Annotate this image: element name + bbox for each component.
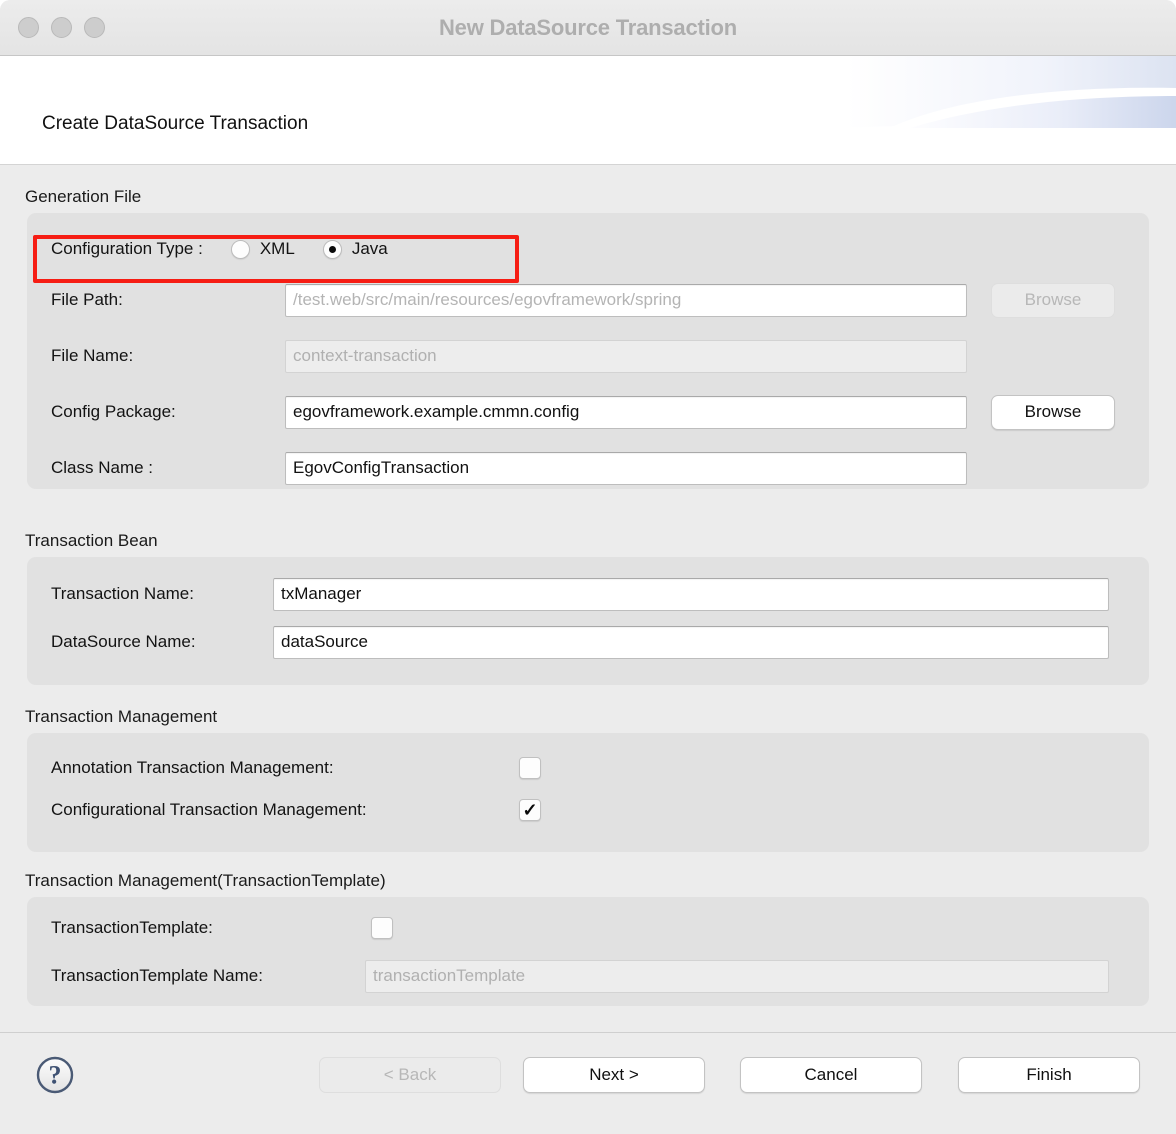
file-name-input[interactable]: context-transaction	[285, 340, 967, 373]
group-transaction-management: Transaction Management Annotation Transa…	[0, 707, 1176, 852]
datasource-name-input[interactable]: dataSource	[273, 626, 1109, 659]
group-transaction-template-label: Transaction Management(TransactionTempla…	[25, 871, 1176, 891]
row-file-name: File Name: context-transaction	[51, 339, 1121, 373]
row-config-package: Config Package: egovframework.example.cm…	[51, 395, 1121, 429]
datasource-name-label: DataSource Name:	[51, 632, 273, 652]
java-radio-button[interactable]	[323, 240, 342, 259]
wizard-header: Create DataSource Transaction	[0, 56, 1176, 165]
back-button[interactable]: < Back	[319, 1057, 501, 1093]
row-datasource-name: DataSource Name: dataSource	[51, 625, 1131, 659]
next-button[interactable]: Next >	[523, 1057, 705, 1093]
xml-radio-button[interactable]	[231, 240, 250, 259]
annotation-transaction-management-checkbox[interactable]: ✓	[519, 757, 541, 779]
row-file-path: File Path: /test.web/src/main/resources/…	[51, 283, 1121, 317]
radio-option-java[interactable]: Java	[323, 239, 388, 259]
row-configurational-transaction-management: Configurational Transaction Management: …	[51, 797, 1051, 823]
annotation-transaction-management-label: Annotation Transaction Management:	[51, 758, 519, 778]
question-mark-icon[interactable]: ?	[35, 1055, 75, 1095]
file-path-label: File Path:	[51, 290, 285, 310]
group-transaction-management-label: Transaction Management	[25, 707, 1176, 727]
window-title: New DataSource Transaction	[0, 15, 1176, 41]
transaction-bean-panel: Transaction Name: txManager DataSource N…	[27, 557, 1149, 685]
group-transaction-template: Transaction Management(TransactionTempla…	[0, 871, 1176, 1006]
file-path-input[interactable]: /test.web/src/main/resources/egovframewo…	[285, 284, 967, 317]
transaction-name-label: Transaction Name:	[51, 584, 273, 604]
svg-text:?: ?	[49, 1061, 62, 1090]
row-transaction-template-name: TransactionTemplate Name: transactionTem…	[51, 959, 1121, 993]
row-class-name: Class Name : EgovConfigTransaction	[51, 451, 1121, 485]
finish-button[interactable]: Finish	[958, 1057, 1140, 1093]
dialog-footer: ? < Back Next > Cancel Finish	[0, 1032, 1176, 1134]
group-transaction-bean-label: Transaction Bean	[25, 531, 1176, 551]
configuration-type-label: Configuration Type :	[51, 239, 203, 259]
page-title: Create DataSource Transaction	[42, 113, 308, 135]
config-package-input[interactable]: egovframework.example.cmmn.config	[285, 396, 967, 429]
group-transaction-bean: Transaction Bean Transaction Name: txMan…	[0, 531, 1176, 685]
transaction-management-panel: Annotation Transaction Management: ✓ Con…	[27, 733, 1149, 852]
row-annotation-transaction-management: Annotation Transaction Management: ✓	[51, 755, 1051, 781]
transaction-template-name-label: TransactionTemplate Name:	[51, 966, 365, 986]
config-package-label: Config Package:	[51, 402, 285, 422]
configurational-transaction-management-label: Configurational Transaction Management:	[51, 800, 519, 820]
java-radio-label: Java	[352, 239, 388, 259]
file-path-browse-button[interactable]: Browse	[991, 283, 1115, 318]
transaction-template-panel: TransactionTemplate: ✓ TransactionTempla…	[27, 897, 1149, 1006]
configurational-transaction-management-checkbox[interactable]: ✓	[519, 799, 541, 821]
row-transaction-template-enabled: TransactionTemplate: ✓	[51, 915, 1111, 941]
transaction-template-name-input[interactable]: transactionTemplate	[365, 960, 1109, 993]
class-name-label: Class Name :	[51, 458, 285, 478]
radio-option-xml[interactable]: XML	[231, 239, 295, 259]
row-configuration-type: Configuration Type : XML Java	[51, 233, 1111, 265]
config-package-browse-button[interactable]: Browse	[991, 395, 1115, 430]
row-transaction-name: Transaction Name: txManager	[51, 577, 1131, 611]
decorative-swoosh-graphic	[846, 56, 1176, 128]
group-generation-file-label: Generation File	[25, 187, 1176, 207]
dialog-window: New DataSource Transaction Create DataSo…	[0, 0, 1176, 1134]
transaction-name-input[interactable]: txManager	[273, 578, 1109, 611]
group-generation-file: Generation File Configuration Type : XML…	[0, 187, 1176, 489]
generation-file-panel: Configuration Type : XML Java File Path:…	[27, 213, 1149, 489]
class-name-input[interactable]: EgovConfigTransaction	[285, 452, 967, 485]
file-name-label: File Name:	[51, 346, 285, 366]
transaction-template-checkbox[interactable]: ✓	[371, 917, 393, 939]
window-titlebar: New DataSource Transaction	[0, 0, 1176, 56]
xml-radio-label: XML	[260, 239, 295, 259]
transaction-template-label: TransactionTemplate:	[51, 918, 371, 938]
cancel-button[interactable]: Cancel	[740, 1057, 922, 1093]
dialog-body: Generation File Configuration Type : XML…	[0, 165, 1176, 1032]
